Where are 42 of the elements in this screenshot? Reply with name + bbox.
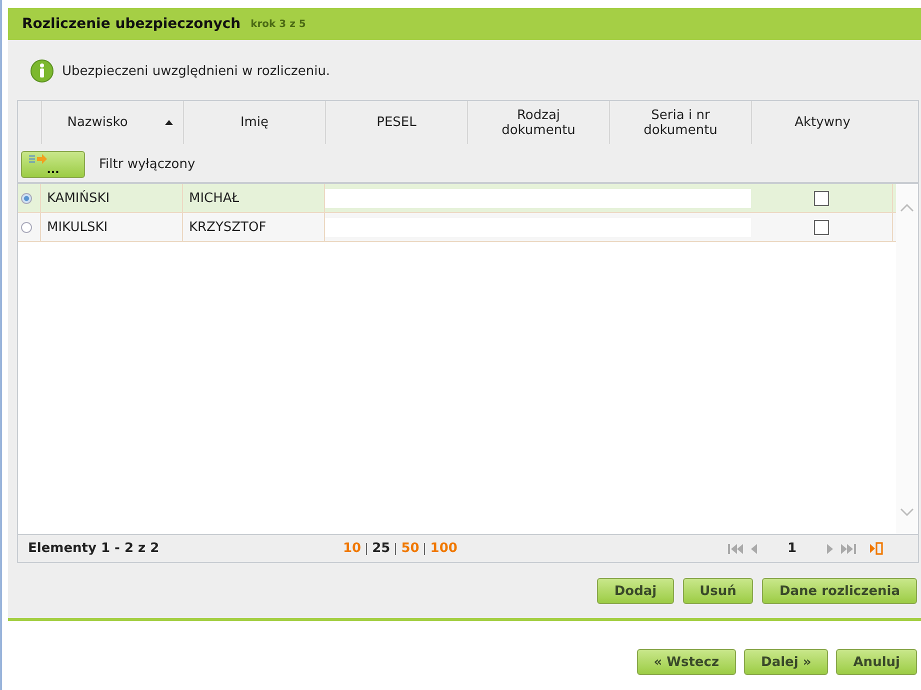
- checkbox[interactable]: [814, 190, 829, 206]
- info-icon: [30, 59, 54, 83]
- nav-button[interactable]: « Wstecz: [636, 649, 736, 675]
- table-row[interactable]: KAMIŃSKI MICHAŁ: [18, 184, 896, 213]
- table-cell: KAMIŃSKI: [41, 184, 183, 212]
- column-header[interactable]: Rodzaj dokumentu: [467, 101, 609, 144]
- action-button[interactable]: Dodaj: [597, 578, 674, 604]
- column-header[interactable]: Aktywny: [751, 101, 893, 144]
- nav-button[interactable]: Dalej »: [744, 649, 828, 675]
- input-field[interactable]: [325, 218, 467, 236]
- radio-button[interactable]: [21, 222, 32, 232]
- next-page-icon[interactable]: [826, 542, 834, 554]
- input-field[interactable]: [609, 188, 751, 208]
- step-indicator: krok 3 z 5: [250, 18, 306, 30]
- page-number: 1: [786, 541, 798, 556]
- checkbox[interactable]: [814, 220, 829, 234]
- first-page-icon[interactable]: [728, 542, 746, 554]
- item-count: Elementy 1 - 2 z 2: [28, 541, 160, 556]
- column-header[interactable]: Imię: [183, 101, 325, 144]
- previous-page-icon[interactable]: [750, 542, 758, 554]
- nav-button[interactable]: Anuluj: [836, 649, 917, 675]
- export-icon[interactable]: [870, 542, 883, 555]
- filter-status: Filtr wyłączony: [99, 156, 196, 172]
- action-button[interactable]: Dane rozliczenia: [762, 578, 917, 604]
- scroll-up-icon[interactable]: [900, 204, 914, 212]
- filter-icon: [28, 154, 48, 164]
- input-field[interactable]: [325, 188, 467, 208]
- info-message: Ubezpieczeni uwzględnieni w rozliczeniu.: [62, 64, 330, 78]
- column-header[interactable]: Seria i nr dokumentu: [609, 101, 751, 144]
- radio-button[interactable]: [21, 192, 32, 204]
- table-cell: MIKULSKI: [41, 213, 183, 241]
- page-size-link[interactable]: 25: [366, 542, 396, 554]
- scroll-down-icon[interactable]: [900, 508, 914, 516]
- table-row[interactable]: MIKULSKI KRZYSZTOF: [18, 213, 896, 242]
- column-header[interactable]: PESEL: [325, 101, 467, 144]
- last-page-icon[interactable]: [838, 542, 856, 554]
- panel-title: Rozliczenie ubezpieczonych: [22, 16, 241, 32]
- sort-arrow-icon: [164, 120, 172, 125]
- filter-button[interactable]: ...: [21, 150, 85, 178]
- column-header[interactable]: Nazwisko: [41, 101, 183, 144]
- action-button[interactable]: Usuń: [682, 578, 754, 604]
- scrollbar[interactable]: [896, 184, 918, 534]
